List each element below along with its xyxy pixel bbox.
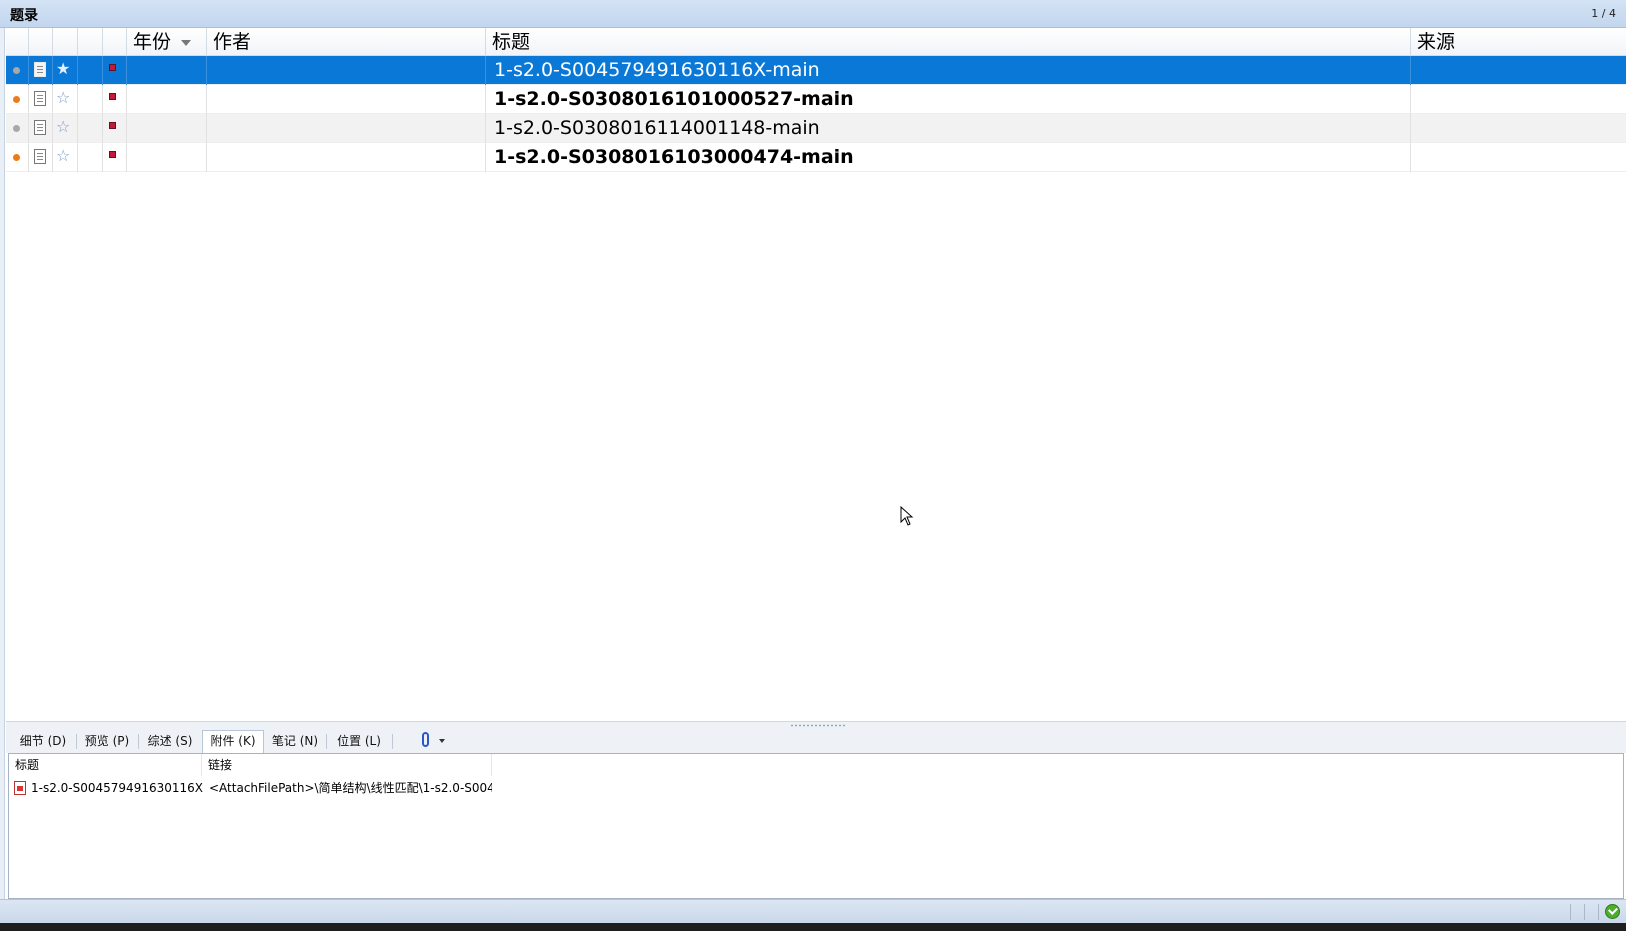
tab-notes[interactable]: 笔记 (N) — [266, 731, 324, 752]
tab-divider — [392, 734, 393, 749]
source-cell — [1411, 114, 1626, 143]
record-counter: 1 / 4 — [1591, 7, 1616, 20]
unread-dot-icon[interactable] — [13, 154, 20, 161]
window-bottom-edge — [0, 923, 1626, 931]
tab-divider — [326, 734, 327, 749]
left-splitter[interactable] — [0, 28, 5, 901]
mouse-cursor-icon — [900, 506, 914, 526]
tab-divider — [138, 734, 139, 749]
panel-title: 题录 — [10, 8, 38, 24]
panel-titlebar: 题录 1 / 4 — [0, 0, 1626, 28]
document-icon[interactable] — [34, 149, 46, 164]
sync-ok-icon[interactable] — [1605, 904, 1620, 919]
sort-descending-icon — [181, 39, 192, 46]
author-cell — [207, 85, 486, 114]
star-icon[interactable]: ☆ — [56, 88, 70, 108]
status-divider — [1584, 904, 1585, 920]
read-dot-icon[interactable] — [13, 67, 20, 74]
header-author[interactable]: 作者 — [207, 28, 486, 56]
detail-tabbar: 细节 (D) 预览 (P) 综述 (S) 附件 (K) 笔记 (N) 位置 (L… — [6, 729, 1626, 753]
red-flag-icon[interactable] — [109, 122, 116, 129]
document-icon[interactable] — [34, 91, 46, 106]
tab-details[interactable]: 细节 (D) — [12, 731, 74, 752]
header-year-label: 年份 — [133, 31, 172, 53]
attachment-list: 标题 链接 1-s2.0-S004579491630116X-... <Atta… — [8, 753, 1624, 899]
tab-preview[interactable]: 预览 (P) — [78, 731, 136, 752]
red-flag-icon[interactable] — [109, 93, 116, 100]
tab-divider — [76, 734, 77, 749]
year-cell — [127, 56, 207, 85]
panel-splitter[interactable] — [6, 721, 1626, 729]
title-cell: 1-s2.0-S0308016103000474-main — [486, 143, 1411, 172]
attachment-link: <AttachFilePath>\简单结构\线性匹配\1-s2.0-S004..… — [209, 781, 492, 795]
read-dot-icon[interactable] — [13, 125, 20, 132]
title-cell: 1-s2.0-S0308016114001148-main — [486, 114, 1411, 143]
grid-row[interactable]: ☆ 1-s2.0-S0308016103000474-main — [6, 143, 1626, 172]
source-cell — [1411, 143, 1626, 172]
status-bar — [0, 899, 1626, 923]
header-year[interactable]: 年份 — [127, 28, 207, 56]
document-icon[interactable] — [34, 62, 46, 77]
header-blank[interactable] — [78, 28, 103, 56]
document-icon[interactable] — [34, 120, 46, 135]
header-title[interactable]: 标题 — [486, 28, 1411, 56]
attachment-row[interactable]: 1-s2.0-S004579491630116X-... <AttachFile… — [9, 778, 1623, 798]
status-divider — [1598, 904, 1599, 920]
unread-dot-icon[interactable] — [13, 96, 20, 103]
red-flag-icon[interactable] — [109, 151, 116, 158]
attachment-header: 标题 链接 — [9, 754, 1623, 776]
star-icon[interactable]: ★ — [56, 59, 70, 79]
header-source[interactable]: 来源 — [1411, 28, 1626, 56]
header-doc[interactable] — [29, 28, 53, 56]
header-flag[interactable] — [103, 28, 127, 56]
grid-row[interactable]: ☆ 1-s2.0-S0308016101000527-main — [6, 85, 1626, 114]
attachment-title: 1-s2.0-S004579491630116X-... — [31, 781, 203, 795]
grid-header: 年份 作者 标题 来源 — [6, 28, 1626, 56]
year-cell — [127, 114, 207, 143]
title-cell: 1-s2.0-S004579491630116X-main — [486, 56, 1411, 85]
attachment-header-title[interactable]: 标题 — [9, 754, 202, 776]
paperclip-icon[interactable] — [422, 732, 429, 747]
tab-attachments[interactable]: 附件 (K) — [202, 730, 264, 753]
tab-location[interactable]: 位置 (L) — [328, 731, 390, 752]
author-cell — [207, 143, 486, 172]
chevron-down-icon[interactable] — [439, 739, 445, 743]
attachment-header-link[interactable]: 链接 — [202, 754, 492, 776]
author-cell — [207, 56, 486, 85]
header-read-status[interactable] — [6, 28, 29, 56]
author-cell — [207, 114, 486, 143]
source-cell — [1411, 85, 1626, 114]
year-cell — [127, 85, 207, 114]
year-cell — [127, 143, 207, 172]
title-cell: 1-s2.0-S0308016101000527-main — [486, 85, 1411, 114]
red-flag-icon[interactable] — [109, 64, 116, 71]
grid-row[interactable]: ★ 1-s2.0-S004579491630116X-main — [6, 56, 1626, 85]
reference-grid: 年份 作者 标题 来源 ★ 1-s2.0-S004579491630116X-m… — [6, 28, 1626, 721]
status-divider — [1570, 904, 1571, 920]
star-icon[interactable]: ☆ — [56, 146, 70, 166]
header-star[interactable] — [53, 28, 78, 56]
source-cell — [1411, 56, 1626, 85]
splitter-grip-icon[interactable] — [790, 724, 846, 727]
pdf-file-icon — [14, 781, 26, 795]
grid-row[interactable]: ☆ 1-s2.0-S0308016114001148-main — [6, 114, 1626, 143]
star-icon[interactable]: ☆ — [56, 117, 70, 137]
tab-summary[interactable]: 综述 (S) — [140, 731, 200, 752]
